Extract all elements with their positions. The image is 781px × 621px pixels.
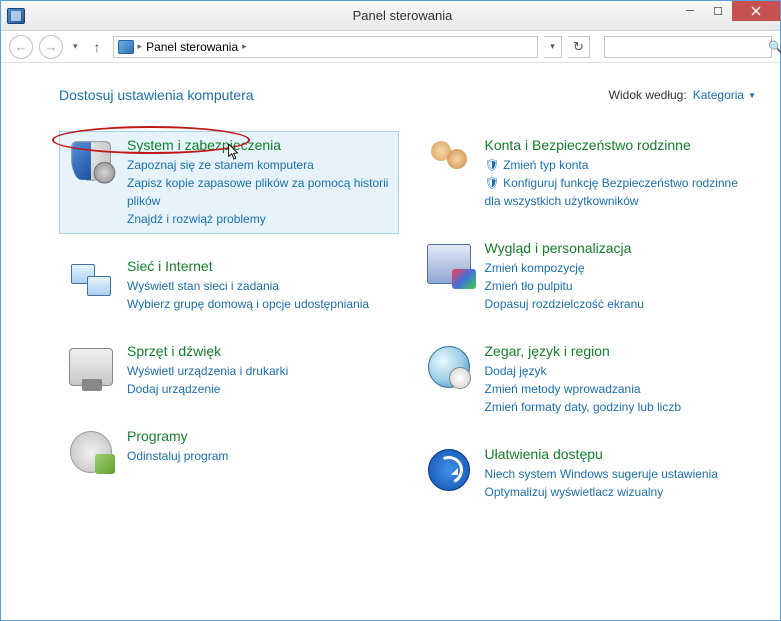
search-input[interactable]	[611, 40, 768, 54]
globe-clock-icon	[425, 343, 473, 391]
appearance-icon	[425, 240, 473, 288]
sublink[interactable]: Niech system Windows sugeruje ustawienia	[485, 465, 749, 483]
sublink[interactable]: Dodaj język	[485, 362, 749, 380]
forward-button[interactable]: →	[39, 35, 63, 59]
breadcrumb-dropdown[interactable]: ▾	[544, 36, 562, 58]
ease-of-access-icon	[425, 446, 473, 494]
sublink[interactable]: Dopasuj rozdzielczość ekranu	[485, 295, 749, 313]
shield-icon	[67, 137, 115, 185]
category-hardware[interactable]: Sprzęt i dźwięk Wyświetl urządzenia i dr…	[59, 337, 399, 404]
sublink[interactable]: Wyświetl stan sieci i zadania	[127, 277, 391, 295]
sublink[interactable]: Wybierz grupę domową i opcje udostępnian…	[127, 295, 391, 313]
chevron-down-icon: ▼	[748, 91, 756, 100]
category-programs[interactable]: Programy Odinstaluj program	[59, 422, 399, 482]
search-icon[interactable]: 🔍	[768, 40, 781, 54]
left-column: System i zabezpieczenia Zapoznaj się ze …	[59, 131, 399, 525]
right-column: Konta i Bezpieczeństwo rodzinne 🛡 Zmień …	[417, 131, 757, 525]
printer-icon	[67, 343, 115, 391]
category-ease-of-access[interactable]: Ułatwienia dostępu Niech system Windows …	[417, 440, 757, 507]
category-network[interactable]: Sieć i Internet Wyświetl stan sieci i za…	[59, 252, 399, 319]
breadcrumb-location[interactable]: Panel sterowania	[146, 40, 238, 54]
category-title[interactable]: Sieć i Internet	[127, 258, 391, 274]
category-title[interactable]: Sprzęt i dźwięk	[127, 343, 391, 359]
category-title[interactable]: Programy	[127, 428, 391, 444]
page-title: Dostosuj ustawienia komputera	[59, 87, 609, 103]
control-panel-icon	[118, 40, 134, 54]
category-title[interactable]: System i zabezpieczenia	[127, 137, 391, 153]
sublink[interactable]: Zmień kompozycję	[485, 259, 749, 277]
sublink[interactable]: Zmień tło pulpitu	[485, 277, 749, 295]
chevron-right-icon: ▸	[138, 41, 143, 52]
sublink[interactable]: Zmień formaty daty, godziny lub liczb	[485, 398, 749, 416]
history-dropdown-icon[interactable]: ▾	[73, 41, 78, 52]
content-area: Dostosuj ustawienia komputera Widok wedł…	[1, 63, 780, 620]
category-title[interactable]: Ułatwienia dostępu	[485, 446, 749, 462]
disc-icon	[67, 428, 115, 476]
sublink[interactable]: Znajdź i rozwiąż problemy	[127, 210, 391, 228]
app-icon	[7, 8, 25, 24]
users-icon	[425, 137, 473, 185]
sublink[interactable]: 🛡 Zmień typ konta	[485, 156, 749, 174]
sublink[interactable]: Dodaj urządzenie	[127, 380, 391, 398]
breadcrumb[interactable]: ▸ Panel sterowania ▸	[113, 36, 538, 58]
category-accounts[interactable]: Konta i Bezpieczeństwo rodzinne 🛡 Zmień …	[417, 131, 757, 216]
category-title[interactable]: Zegar, język i region	[485, 343, 749, 359]
category-clock-region[interactable]: Zegar, język i region Dodaj język Zmień …	[417, 337, 757, 422]
sublink[interactable]: 🛡 Konfiguruj funkcję Bezpieczeństwo rodz…	[485, 174, 749, 210]
navbar: ← → ▾ ↑ ▸ Panel sterowania ▸ ▾ ↻ 🔍	[1, 31, 780, 63]
search-box[interactable]: 🔍	[604, 36, 772, 58]
category-system-security[interactable]: System i zabezpieczenia Zapoznaj się ze …	[59, 131, 399, 234]
category-title[interactable]: Wygląd i personalizacja	[485, 240, 749, 256]
chevron-right-icon: ▸	[242, 41, 247, 52]
sublink[interactable]: Optymalizuj wyświetlacz wizualny	[485, 483, 749, 501]
view-by-label: Widok według:	[609, 88, 687, 102]
up-button[interactable]: ↑	[94, 39, 101, 55]
sublink[interactable]: Zapisz kopie zapasowe plików za pomocą h…	[127, 174, 391, 210]
minimize-button[interactable]: ─	[676, 1, 704, 21]
view-by-value: Kategoria	[693, 88, 744, 102]
titlebar: Panel sterowania ─ ☐	[1, 1, 780, 31]
view-by-dropdown[interactable]: Kategoria ▼	[693, 88, 756, 102]
refresh-button[interactable]: ↻	[568, 36, 590, 58]
sublink[interactable]: Zapoznaj się ze stanem komputera	[127, 156, 391, 174]
window-title: Panel sterowania	[25, 8, 780, 23]
network-icon	[67, 258, 115, 306]
close-button[interactable]	[732, 1, 780, 21]
sublink[interactable]: Odinstaluj program	[127, 447, 391, 465]
maximize-button[interactable]: ☐	[704, 1, 732, 21]
sublink[interactable]: Zmień metody wprowadzania	[485, 380, 749, 398]
category-appearance[interactable]: Wygląd i personalizacja Zmień kompozycję…	[417, 234, 757, 319]
sublink[interactable]: Wyświetl urządzenia i drukarki	[127, 362, 391, 380]
back-button[interactable]: ←	[9, 35, 33, 59]
category-title[interactable]: Konta i Bezpieczeństwo rodzinne	[485, 137, 749, 153]
